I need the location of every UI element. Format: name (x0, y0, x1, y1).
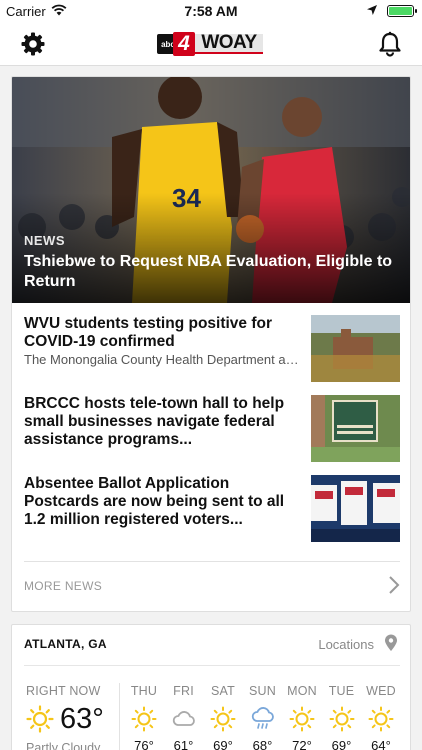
story-thumbnail (311, 315, 400, 382)
sun-icon (329, 706, 354, 732)
story-item[interactable]: BRCCC hosts tele-town hall to help small… (24, 395, 400, 465)
forecast-day-name: SUN (249, 684, 276, 698)
right-now-label: RIGHT NOW (26, 684, 101, 698)
forecast-day-name: WED (366, 684, 396, 698)
logo-number: 4 (173, 32, 195, 56)
forecast-day: TUE 69° (322, 684, 362, 750)
divider (24, 561, 400, 562)
story-title[interactable]: Absentee Ballot Application Postcards ar… (24, 475, 304, 529)
current-condition: Partly Cloudy (26, 741, 101, 750)
forecast-day: WED 64° (361, 684, 401, 750)
story-item[interactable]: WVU students testing positive for COVID-… (24, 315, 400, 385)
featured-category: NEWS (24, 233, 65, 248)
weather-card: ATLANTA, GA Locations RIGHT NOW 63° Part… (11, 624, 411, 750)
story-title[interactable]: WVU students testing positive for COVID-… (24, 315, 304, 351)
station-logo: abc 4 WOAY (157, 32, 265, 56)
location-pin-icon[interactable] (384, 634, 398, 652)
forecast-temperature: 61° (173, 738, 194, 750)
forecast-temperature: 68° (252, 738, 273, 750)
more-news-link[interactable]: MORE NEWS (24, 579, 102, 593)
chevron-right-icon[interactable] (388, 575, 400, 595)
forecast-day-name: FRI (173, 684, 194, 698)
sun-icon (289, 706, 315, 732)
forecast-temperature: 69° (331, 738, 352, 750)
weather-city: ATLANTA, GA (24, 637, 107, 651)
current-temperature: 63° (60, 703, 104, 735)
forecast-day: THU 76° (124, 684, 164, 750)
locations-button[interactable]: Locations (318, 637, 374, 652)
story-thumbnail (311, 395, 400, 462)
forecast-temperature: 64° (371, 738, 391, 750)
forecast-day: FRI 61° (164, 684, 204, 750)
sun-icon (210, 706, 236, 732)
nav-bar: abc 4 WOAY (0, 24, 422, 66)
forecast-day-name: THU (130, 684, 158, 698)
forecast-day-name: SAT (211, 684, 235, 698)
forecast-day-name: TUE (328, 684, 355, 698)
forecast-day: MON 72° (282, 684, 322, 750)
sun-icon (131, 706, 157, 732)
featured-story[interactable]: 34 NEWS Tshiebwe to Request NBA Evaluati… (12, 77, 410, 303)
status-bar: Carrier 7:58 AM (0, 0, 422, 24)
sun-icon (26, 705, 54, 733)
story-title[interactable]: BRCCC hosts tele-town hall to help small… (24, 395, 304, 449)
gear-icon[interactable] (20, 31, 46, 57)
forecast-temperature: 72° (292, 738, 312, 750)
news-card: 34 NEWS Tshiebwe to Request NBA Evaluati… (11, 76, 411, 612)
rain-icon (251, 707, 274, 729)
forecast-day: SUN 68° (243, 684, 283, 750)
forecast-temperature: 76° (134, 738, 154, 750)
battery-icon (387, 5, 417, 17)
sun-icon (368, 706, 394, 732)
story-item[interactable]: Absentee Ballot Application Postcards ar… (24, 475, 400, 545)
clock: 7:58 AM (184, 3, 238, 19)
featured-headline[interactable]: Tshiebwe to Request NBA Evaluation, Elig… (24, 252, 394, 292)
location-arrow-icon (367, 5, 377, 15)
forecast-temperature: 69° (213, 738, 233, 750)
bell-icon[interactable] (378, 31, 402, 57)
story-thumbnail (311, 475, 400, 542)
forecast-day: SAT 69° (203, 684, 243, 750)
divider (24, 665, 400, 666)
logo-callsign: WOAY (195, 32, 263, 54)
forecast-day-name: MON (287, 684, 317, 698)
story-summary: The Monongalia County Health Department … (24, 352, 304, 367)
divider (119, 683, 120, 750)
cloud-icon (172, 711, 195, 726)
